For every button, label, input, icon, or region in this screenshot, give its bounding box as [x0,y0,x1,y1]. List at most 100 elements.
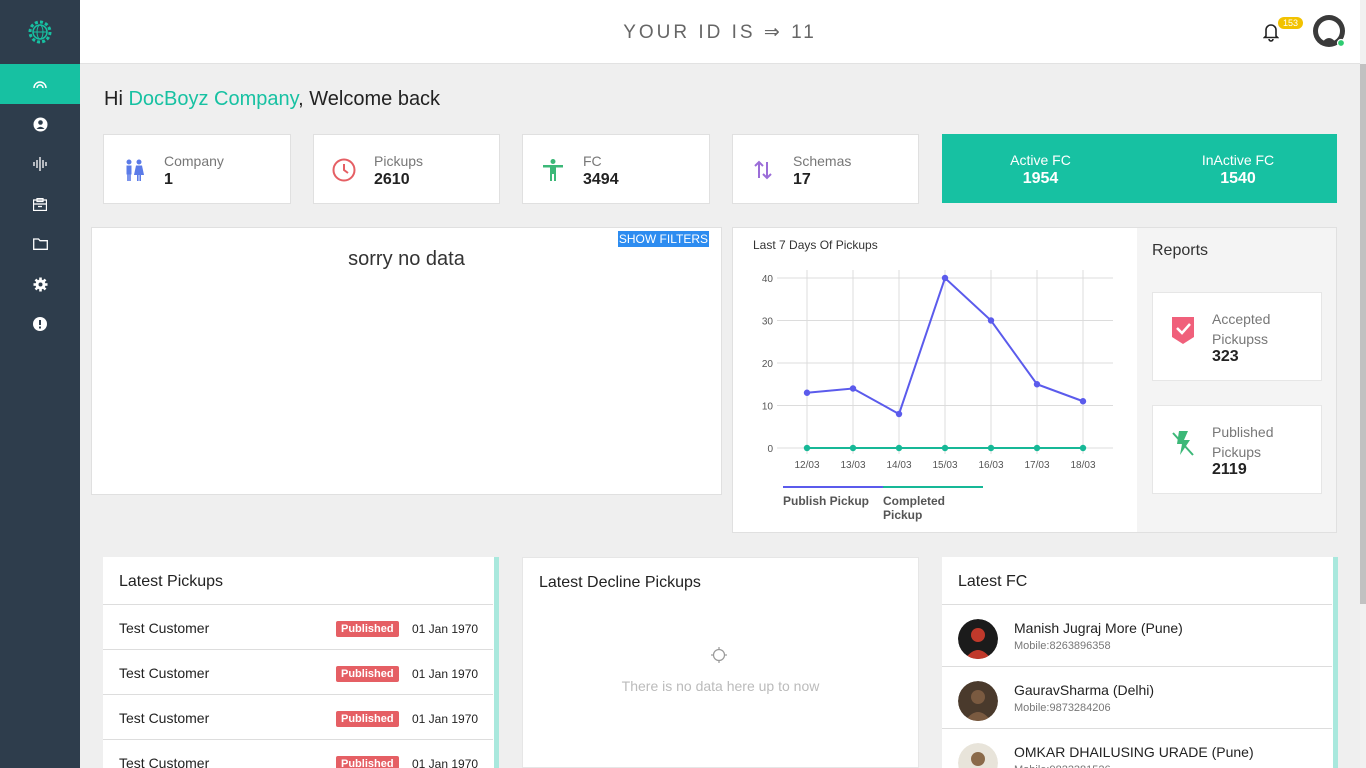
data-point [1033,381,1041,388]
x-tick-label: 14/03 [886,460,911,471]
fc-row[interactable]: Manish Jugraj More (Pune) Mobile:82638963… [942,604,1332,664]
fc-name: OMKAR DHAILUSING URADE (Pune) [1014,744,1254,760]
card-accent [1333,557,1338,768]
fc-row[interactable]: GauravSharma (Delhi) Mobile:9873284206 [942,666,1332,726]
data-point [849,385,857,392]
check-shield-icon [1172,317,1194,344]
pickup-date: 01 Jan 1970 [412,667,479,681]
report-label: Accepted Pickupss [1212,311,1271,347]
data-point [1033,444,1041,452]
folder-icon [32,238,48,250]
data-point [849,444,857,452]
sidebar-item-dashboard[interactable] [0,64,80,104]
data-point [1079,398,1087,405]
top-header: YOUR ID IS ⇒ 11 153 [80,0,1360,64]
stat-card-schemas[interactable]: Schemas 17 [732,134,919,204]
stat-card-pickups[interactable]: Pickups 2610 [313,134,500,204]
greeting-prefix: Hi [104,88,129,110]
clock-icon [332,158,356,182]
greeting-company: DocBoyz Company [128,88,299,110]
pickup-date: 01 Jan 1970 [412,622,479,636]
crosshair-icon [711,647,727,663]
sort-arrows-icon [754,160,772,180]
avatar[interactable] [1312,14,1346,48]
sidebar-item-settings[interactable] [0,264,80,304]
globe-gear-logo-icon [28,20,52,44]
sidebar-item-users[interactable] [0,104,80,144]
y-tick-label: 20 [762,359,774,370]
data-point [1079,444,1087,452]
logo[interactable] [0,0,80,64]
stat-label: FC [583,153,602,169]
rainbow-dashboard-icon [33,81,47,89]
pickup-row[interactable]: Test Customer Published 01 Jan 1970 [103,604,493,646]
accepted-pickups-card[interactable]: Accepted Pickupss 323 [1152,292,1322,381]
data-point [803,444,811,452]
latest-fc-title: Latest FC [958,573,1028,590]
inbox-icon [33,197,47,211]
audio-wave-icon [33,157,47,171]
active-fc-value: 1954 [1022,170,1059,187]
y-tick-label: 40 [762,274,774,285]
published-pickups-card[interactable]: Published Pickups 2119 [1152,405,1322,494]
stat-card-company[interactable]: Company 1 [103,134,291,204]
data-point [895,410,903,418]
stat-label: Schemas [793,153,852,169]
data-point [987,444,995,452]
active-fc-label: Active FC [1010,152,1071,168]
data-point [895,444,903,452]
pickup-row[interactable]: Test Customer Published 01 Jan 1970 [103,739,493,768]
fc-avatar [958,619,998,659]
sidebar [0,0,80,768]
fc-row[interactable]: OMKAR DHAILUSING URADE (Pune) Mobile:9823… [942,728,1332,768]
latest-pickups-card: Latest Pickups Test Customer Published 01 … [103,557,499,768]
legend-publish-pickup[interactable]: Publish Pickup [783,486,883,508]
latest-decline-card: Latest Decline Pickups There is no data … [522,557,919,768]
fc-mobile: Mobile:9823381526 [1014,764,1111,768]
x-tick-label: 13/03 [840,460,865,471]
pickups-line-chart: 0 10 20 30 40 12/03 13/03 14/03 15/03 16/03 17/03 1… [762,270,1113,471]
pickup-row[interactable]: Test Customer Published 01 Jan 1970 [103,649,493,691]
fc-name: GauravSharma (Delhi) [1014,682,1155,698]
active-fc-card[interactable]: Active FC 1954 [942,134,1139,203]
customer-name: Test Customer [119,620,210,636]
sidebar-item-alerts[interactable] [0,304,80,344]
alert-circle-icon [33,317,47,331]
pickup-row[interactable]: Test Customer Published 01 Jan 1970 [103,694,493,736]
status-badge: Published [336,711,399,727]
filter-panel: sorry no data SHOW FILTERS [91,227,722,495]
stat-card-fc[interactable]: FC 3494 [522,134,710,204]
person-arms-up-icon [543,159,563,181]
stat-value: 2610 [374,171,410,188]
x-tick-label: 18/03 [1070,460,1095,471]
notification-badge: 153 [1278,17,1304,29]
fc-mobile: Mobile:9873284206 [1014,702,1111,714]
sidebar-item-files[interactable] [0,224,80,264]
status-badge: Published [336,621,399,637]
header-title: YOUR ID IS ⇒ 11 [623,22,817,43]
reports-title: Reports [1152,242,1209,259]
status-badge: Published [336,756,399,768]
chart-title: Last 7 Days Of Pickups [753,238,878,252]
sidebar-item-activity[interactable] [0,144,80,184]
data-point [987,317,995,324]
inactive-fc-card[interactable]: InActive FC 1540 [1139,134,1337,203]
gear-icon [33,277,47,291]
fc-avatar [958,681,998,721]
stat-label: Company [164,153,224,169]
x-tick-label: 16/03 [978,460,1003,471]
customer-name: Test Customer [119,665,210,681]
legend-completed-pickup[interactable]: Completed Pickup [883,486,983,522]
sidebar-item-inbox[interactable] [0,184,80,224]
user-circle-icon [33,117,47,131]
latest-fc-card: Latest FC Manish Jugraj More (Pune) Mobil… [942,557,1338,768]
x-tick-label: 12/03 [794,460,819,471]
bell-icon[interactable] [1263,22,1279,42]
reports-panel: Reports Accepted Pickupss 323 Published … [1137,227,1337,533]
scrollbar-thumb[interactable] [1360,64,1366,604]
pickup-date: 01 Jan 1970 [412,712,479,726]
show-filters-button[interactable]: SHOW FILTERS [617,231,709,247]
y-tick-label: 30 [762,317,774,328]
x-tick-label: 17/03 [1024,460,1049,471]
report-value: 323 [1212,348,1239,365]
